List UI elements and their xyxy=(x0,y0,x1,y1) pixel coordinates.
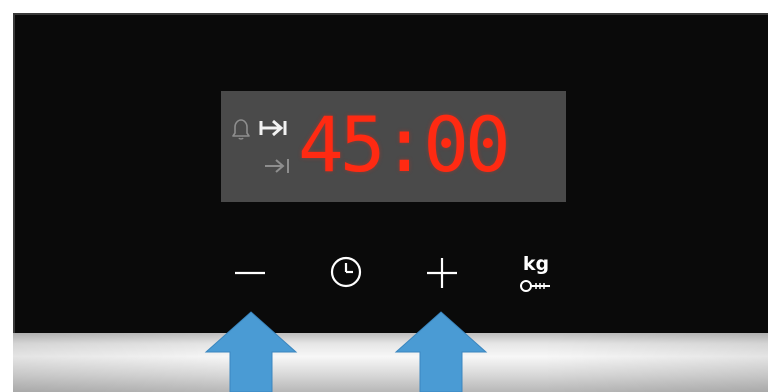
clock-icon xyxy=(330,256,362,288)
plus-icon xyxy=(427,258,457,288)
stainless-steel-trim xyxy=(13,333,768,392)
end-time-arrow-icon xyxy=(265,159,289,173)
meat-probe-icon xyxy=(520,280,550,292)
pointer-arrow-minus xyxy=(204,311,298,392)
kg-label: kg xyxy=(522,253,550,275)
bell-icon xyxy=(232,119,250,140)
plus-button[interactable] xyxy=(423,254,461,292)
duration-arrow-icon xyxy=(259,119,287,137)
pointer-arrow-plus xyxy=(394,311,488,392)
time-readout: 45:00 xyxy=(298,100,511,189)
oven-control-panel-figure: 45:00 kg xyxy=(0,0,768,392)
minus-icon xyxy=(235,271,265,275)
clock-button[interactable] xyxy=(326,253,366,291)
minus-button[interactable] xyxy=(230,258,270,288)
